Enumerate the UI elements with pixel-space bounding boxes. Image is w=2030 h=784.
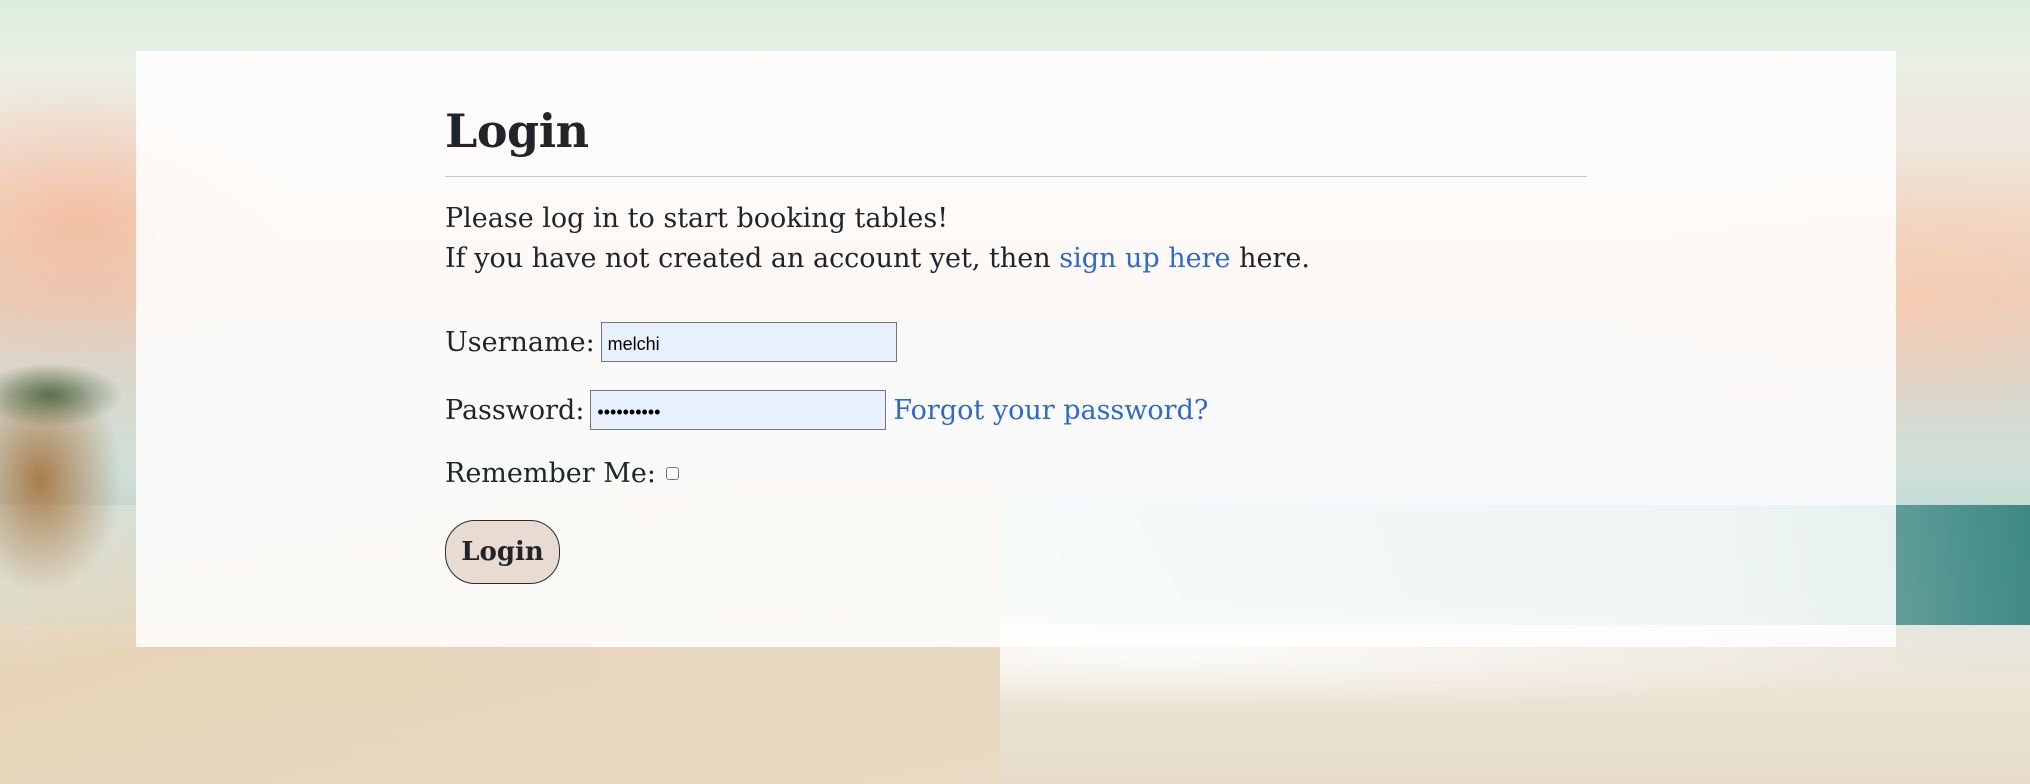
- forgot-password-link[interactable]: Forgot your password?: [893, 395, 1208, 426]
- remember-me-checkbox[interactable]: [665, 467, 679, 480]
- login-card: Login Please log in to start booking tab…: [136, 51, 1896, 647]
- password-field[interactable]: [590, 390, 887, 430]
- username-row: Username:: [445, 322, 897, 362]
- intro-line-2-prefix: If you have not created an account yet, …: [445, 243, 1060, 274]
- title-divider: [445, 176, 1587, 177]
- intro-line-1: Please log in to start booking tables!: [445, 203, 949, 234]
- palms-background: [0, 355, 140, 435]
- username-label: Username:: [445, 326, 595, 358]
- password-label: Password:: [445, 394, 585, 426]
- password-row: Password: Forgot your password?: [445, 390, 1208, 430]
- remember-me-row: Remember Me:: [445, 458, 679, 489]
- remember-me-label: Remember Me:: [445, 458, 656, 489]
- signup-link[interactable]: sign up here: [1059, 243, 1230, 274]
- page-title: Login: [445, 104, 589, 158]
- login-button[interactable]: Login: [445, 520, 560, 584]
- username-field[interactable]: [600, 322, 897, 362]
- intro-line-2-suffix: here.: [1230, 243, 1310, 274]
- intro-text: Please log in to start booking tables! I…: [445, 199, 1310, 279]
